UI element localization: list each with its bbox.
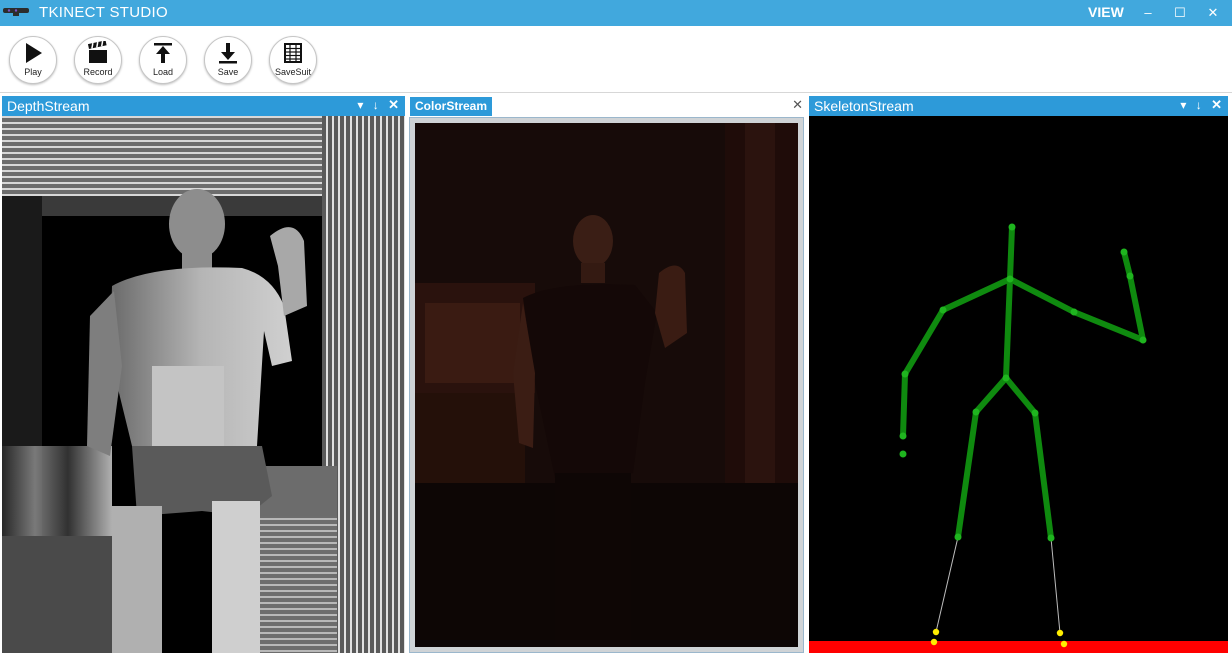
skeleton-bones [900,224,1146,541]
skeleton-panel-controls: ▾ ↓ ✕ [1174,97,1222,113]
pin-icon[interactable]: ↓ [1196,98,1202,112]
title-bar: TKINECT STUDIO VIEW – ☐ ✕ [0,0,1232,26]
dropdown-icon[interactable]: ▾ [357,98,363,112]
save-suit-label: SaveSuit [274,67,312,77]
app-title: TKINECT STUDIO [39,4,168,21]
save-suit-button[interactable]: SaveSuit [269,36,317,84]
load-button[interactable]: Load [139,36,187,84]
load-label: Load [152,67,174,77]
toolbar: Play Record Load Save SaveSuit [0,26,1232,93]
pin-icon[interactable]: ↓ [373,98,379,112]
depth-stream-view [2,116,405,653]
dropdown-icon[interactable]: ▾ [1180,98,1186,112]
close-icon[interactable]: ✕ [792,97,803,113]
minimize-button[interactable]: – [1137,2,1159,24]
color-panel-header[interactable]: ColorStream ✕ [409,96,806,116]
skeleton-stream-view [809,116,1228,653]
skeleton-inferred-bones [935,536,1061,634]
skeleton-canvas [809,223,1228,653]
play-icon [26,43,42,63]
play-button[interactable]: Play [9,36,57,84]
close-icon[interactable]: ✕ [388,97,399,113]
download-icon [219,43,237,64]
grid-icon [284,43,302,63]
view-menu[interactable]: VIEW [1088,4,1124,20]
maximize-button[interactable]: ☐ [1169,2,1191,24]
color-image [415,123,798,647]
depth-panel-header[interactable]: DepthStream ▾ ↓ ✕ [2,96,405,116]
color-stream-frame [409,117,804,653]
depth-panel-controls: ▾ ↓ ✕ [351,97,399,113]
play-label: Play [24,67,42,77]
skeleton-panel-header[interactable]: SkeletonStream ▾ ↓ ✕ [809,96,1228,116]
color-stream-view [415,123,798,647]
depth-image [2,116,405,653]
skeleton-joints [899,223,1147,542]
skeleton-panel-title: SkeletonStream [814,98,914,114]
save-button[interactable]: Save [204,36,252,84]
clapperboard-icon [87,41,107,63]
save-label: Save [217,67,239,77]
record-button[interactable]: Record [74,36,122,84]
upload-icon [154,43,172,63]
record-label: Record [83,67,113,77]
kinect-sensor-icon [3,8,29,16]
color-panel-controls: ✕ [786,97,803,113]
close-icon[interactable]: ✕ [1211,97,1222,113]
depth-panel-title: DepthStream [7,98,90,114]
color-panel-title[interactable]: ColorStream [410,97,493,116]
floor-plane [809,641,1228,653]
close-button[interactable]: ✕ [1202,2,1224,24]
